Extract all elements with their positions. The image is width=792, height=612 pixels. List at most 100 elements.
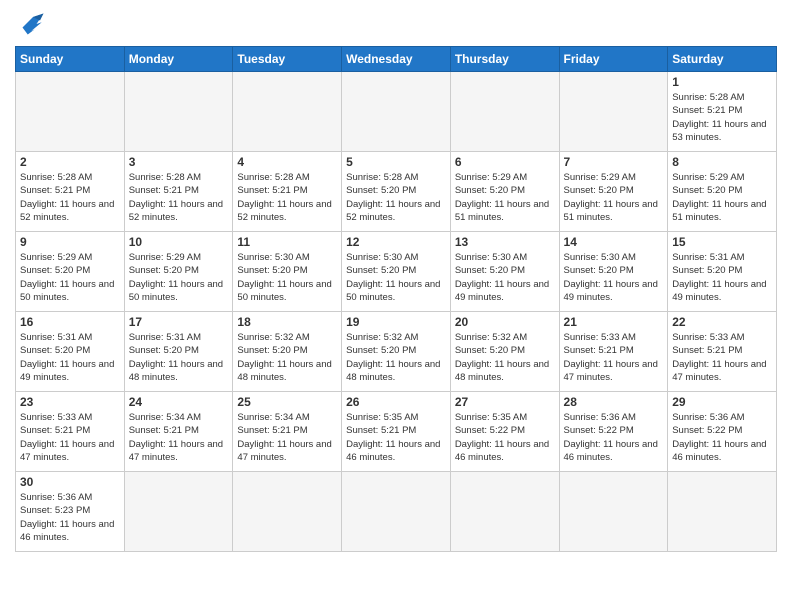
day-number: 18 — [237, 315, 337, 329]
day-info: Sunrise: 5:33 AM Sunset: 5:21 PM Dayligh… — [20, 411, 120, 464]
day-cell — [233, 72, 342, 152]
day-number: 15 — [672, 235, 772, 249]
day-cell: 30 Sunrise: 5:36 AM Sunset: 5:23 PM Dayli… — [16, 472, 125, 552]
day-header-monday: Monday — [124, 47, 233, 72]
day-info: Sunrise: 5:36 AM Sunset: 5:22 PM Dayligh… — [672, 411, 772, 464]
day-header-tuesday: Tuesday — [233, 47, 342, 72]
day-number: 20 — [455, 315, 555, 329]
day-cell — [342, 72, 451, 152]
day-number: 24 — [129, 395, 229, 409]
day-number: 16 — [20, 315, 120, 329]
day-info: Sunrise: 5:32 AM Sunset: 5:20 PM Dayligh… — [455, 331, 555, 384]
day-number: 14 — [564, 235, 664, 249]
day-info: Sunrise: 5:35 AM Sunset: 5:22 PM Dayligh… — [455, 411, 555, 464]
day-number: 22 — [672, 315, 772, 329]
day-info: Sunrise: 5:33 AM Sunset: 5:21 PM Dayligh… — [672, 331, 772, 384]
day-cell: 4 Sunrise: 5:28 AM Sunset: 5:21 PM Daylig… — [233, 152, 342, 232]
day-number: 17 — [129, 315, 229, 329]
day-number: 13 — [455, 235, 555, 249]
day-info: Sunrise: 5:28 AM Sunset: 5:21 PM Dayligh… — [129, 171, 229, 224]
day-number: 26 — [346, 395, 446, 409]
day-cell — [124, 72, 233, 152]
day-info: Sunrise: 5:28 AM Sunset: 5:20 PM Dayligh… — [346, 171, 446, 224]
day-header-wednesday: Wednesday — [342, 47, 451, 72]
day-cell: 16 Sunrise: 5:31 AM Sunset: 5:20 PM Dayli… — [16, 312, 125, 392]
day-info: Sunrise: 5:34 AM Sunset: 5:21 PM Dayligh… — [237, 411, 337, 464]
week-row-3: 16 Sunrise: 5:31 AM Sunset: 5:20 PM Dayli… — [16, 312, 777, 392]
day-info: Sunrise: 5:32 AM Sunset: 5:20 PM Dayligh… — [237, 331, 337, 384]
day-number: 1 — [672, 75, 772, 89]
day-number: 9 — [20, 235, 120, 249]
header — [15, 10, 777, 38]
day-cell: 3Sunrise: 5:28 AM Sunset: 5:21 PM Daylig… — [124, 152, 233, 232]
day-number: 19 — [346, 315, 446, 329]
day-cell: 12 Sunrise: 5:30 AM Sunset: 5:20 PM Dayli… — [342, 232, 451, 312]
week-row-1: 2 Sunrise: 5:28 AM Sunset: 5:21 PM Daylig… — [16, 152, 777, 232]
day-cell: 28Sunrise: 5:36 AM Sunset: 5:22 PM Dayli… — [559, 392, 668, 472]
day-cell: 25 Sunrise: 5:34 AM Sunset: 5:21 PM Dayli… — [233, 392, 342, 472]
day-cell: 19Sunrise: 5:32 AM Sunset: 5:20 PM Dayli… — [342, 312, 451, 392]
day-number: 5 — [346, 155, 446, 169]
day-cell: 5 Sunrise: 5:28 AM Sunset: 5:20 PM Daylig… — [342, 152, 451, 232]
day-cell: 2 Sunrise: 5:28 AM Sunset: 5:21 PM Daylig… — [16, 152, 125, 232]
day-info: Sunrise: 5:29 AM Sunset: 5:20 PM Dayligh… — [455, 171, 555, 224]
logo — [15, 10, 55, 38]
day-header-friday: Friday — [559, 47, 668, 72]
day-cell — [559, 72, 668, 152]
day-info: Sunrise: 5:29 AM Sunset: 5:20 PM Dayligh… — [672, 171, 772, 224]
day-info: Sunrise: 5:30 AM Sunset: 5:20 PM Dayligh… — [346, 251, 446, 304]
day-info: Sunrise: 5:28 AM Sunset: 5:21 PM Dayligh… — [20, 171, 120, 224]
day-info: Sunrise: 5:30 AM Sunset: 5:20 PM Dayligh… — [455, 251, 555, 304]
day-info: Sunrise: 5:29 AM Sunset: 5:20 PM Dayligh… — [129, 251, 229, 304]
calendar-header: SundayMondayTuesdayWednesdayThursdayFrid… — [16, 47, 777, 72]
day-cell: 17 Sunrise: 5:31 AM Sunset: 5:20 PM Dayli… — [124, 312, 233, 392]
day-number: 12 — [346, 235, 446, 249]
week-row-0: 1Sunrise: 5:28 AM Sunset: 5:21 PM Daylig… — [16, 72, 777, 152]
day-number: 29 — [672, 395, 772, 409]
day-info: Sunrise: 5:36 AM Sunset: 5:23 PM Dayligh… — [20, 491, 120, 544]
day-cell — [559, 472, 668, 552]
day-cell: 7 Sunrise: 5:29 AM Sunset: 5:20 PM Daylig… — [559, 152, 668, 232]
day-number: 2 — [20, 155, 120, 169]
day-info: Sunrise: 5:29 AM Sunset: 5:20 PM Dayligh… — [20, 251, 120, 304]
day-cell: 26 Sunrise: 5:35 AM Sunset: 5:21 PM Dayli… — [342, 392, 451, 472]
day-info: Sunrise: 5:30 AM Sunset: 5:20 PM Dayligh… — [237, 251, 337, 304]
day-cell — [124, 472, 233, 552]
week-row-4: 23Sunrise: 5:33 AM Sunset: 5:21 PM Dayli… — [16, 392, 777, 472]
day-info: Sunrise: 5:31 AM Sunset: 5:20 PM Dayligh… — [20, 331, 120, 384]
day-number: 28 — [564, 395, 664, 409]
day-info: Sunrise: 5:31 AM Sunset: 5:20 PM Dayligh… — [129, 331, 229, 384]
day-cell: 23Sunrise: 5:33 AM Sunset: 5:21 PM Dayli… — [16, 392, 125, 472]
day-number: 21 — [564, 315, 664, 329]
day-info: Sunrise: 5:28 AM Sunset: 5:21 PM Dayligh… — [237, 171, 337, 224]
header-row: SundayMondayTuesdayWednesdayThursdayFrid… — [16, 47, 777, 72]
day-cell: 27 Sunrise: 5:35 AM Sunset: 5:22 PM Dayli… — [450, 392, 559, 472]
day-cell: 13 Sunrise: 5:30 AM Sunset: 5:20 PM Dayli… — [450, 232, 559, 312]
day-number: 8 — [672, 155, 772, 169]
day-info: Sunrise: 5:35 AM Sunset: 5:21 PM Dayligh… — [346, 411, 446, 464]
day-cell: 21 Sunrise: 5:33 AM Sunset: 5:21 PM Dayli… — [559, 312, 668, 392]
day-number: 27 — [455, 395, 555, 409]
day-number: 6 — [455, 155, 555, 169]
day-cell: 24 Sunrise: 5:34 AM Sunset: 5:21 PM Dayli… — [124, 392, 233, 472]
logo-icon — [15, 10, 51, 38]
day-cell — [16, 72, 125, 152]
day-number: 11 — [237, 235, 337, 249]
day-info: Sunrise: 5:30 AM Sunset: 5:20 PM Dayligh… — [564, 251, 664, 304]
page: SundayMondayTuesdayWednesdayThursdayFrid… — [0, 0, 792, 562]
day-info: Sunrise: 5:33 AM Sunset: 5:21 PM Dayligh… — [564, 331, 664, 384]
day-info: Sunrise: 5:31 AM Sunset: 5:20 PM Dayligh… — [672, 251, 772, 304]
week-row-2: 9 Sunrise: 5:29 AM Sunset: 5:20 PM Daylig… — [16, 232, 777, 312]
day-cell — [450, 472, 559, 552]
day-cell: 20 Sunrise: 5:32 AM Sunset: 5:20 PM Dayli… — [450, 312, 559, 392]
day-cell — [450, 72, 559, 152]
day-number: 30 — [20, 475, 120, 489]
day-number: 4 — [237, 155, 337, 169]
day-info: Sunrise: 5:29 AM Sunset: 5:20 PM Dayligh… — [564, 171, 664, 224]
day-info: Sunrise: 5:34 AM Sunset: 5:21 PM Dayligh… — [129, 411, 229, 464]
day-cell: 8 Sunrise: 5:29 AM Sunset: 5:20 PM Daylig… — [668, 152, 777, 232]
day-number: 25 — [237, 395, 337, 409]
day-cell — [342, 472, 451, 552]
day-cell: 6 Sunrise: 5:29 AM Sunset: 5:20 PM Daylig… — [450, 152, 559, 232]
day-number: 7 — [564, 155, 664, 169]
